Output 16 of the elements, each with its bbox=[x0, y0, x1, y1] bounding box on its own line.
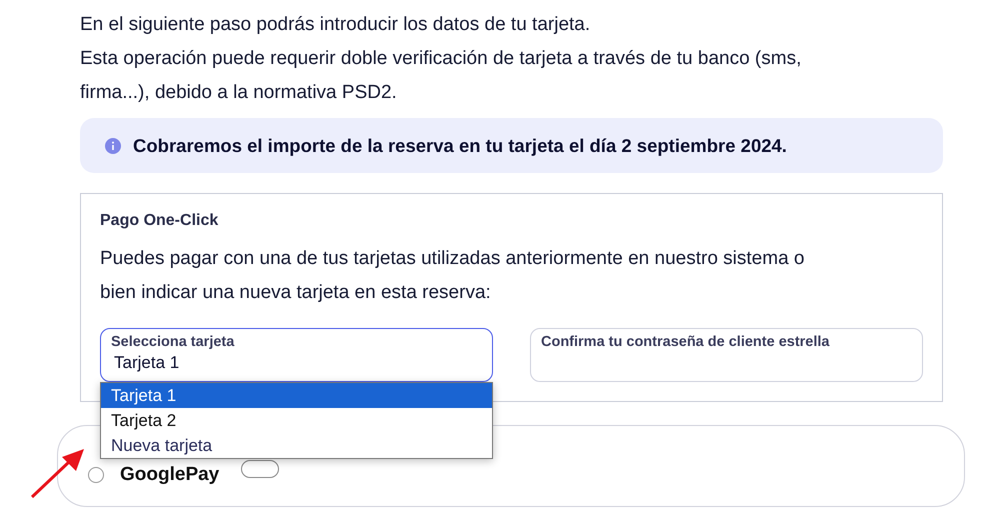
info-icon bbox=[105, 138, 121, 154]
description-text: bien indicar una nueva tarjeta en esta reserva: bbox=[100, 281, 492, 305]
card-select[interactable]: Selecciona tarjeta Tarjeta 1 bbox=[100, 328, 493, 382]
password-field[interactable]: Confirma tu contraseña de cliente estrella bbox=[530, 328, 923, 382]
notice-text: Cobraremos el importe de la reserva en tu tarjeta el día 2 septiembre 2024. bbox=[133, 134, 787, 156]
description-text: Puedes pagar con una de tus tarjetas utilizadas anteriormente en nuestro sistema o bbox=[100, 247, 806, 271]
intro-text: Esta operación puede requerir doble verificación de tarjeta a través de tu banco (sms, bbox=[80, 47, 802, 71]
dropdown-option[interactable]: Tarjeta 1 bbox=[101, 383, 492, 408]
dropdown-option[interactable]: Nueva tarjeta bbox=[101, 433, 492, 458]
payment-label: GooglePay bbox=[120, 464, 220, 486]
radio-button[interactable] bbox=[88, 467, 104, 483]
intro-text: En el siguiente paso podrás introducir los datos de tu tarjeta. bbox=[80, 13, 592, 37]
payment-badge-icon bbox=[241, 460, 280, 478]
intro-text: firma...), debido a la normativa PSD2. bbox=[80, 81, 398, 105]
section-title: Pago One-Click bbox=[100, 212, 220, 230]
arrow-drawing bbox=[30, 447, 86, 499]
